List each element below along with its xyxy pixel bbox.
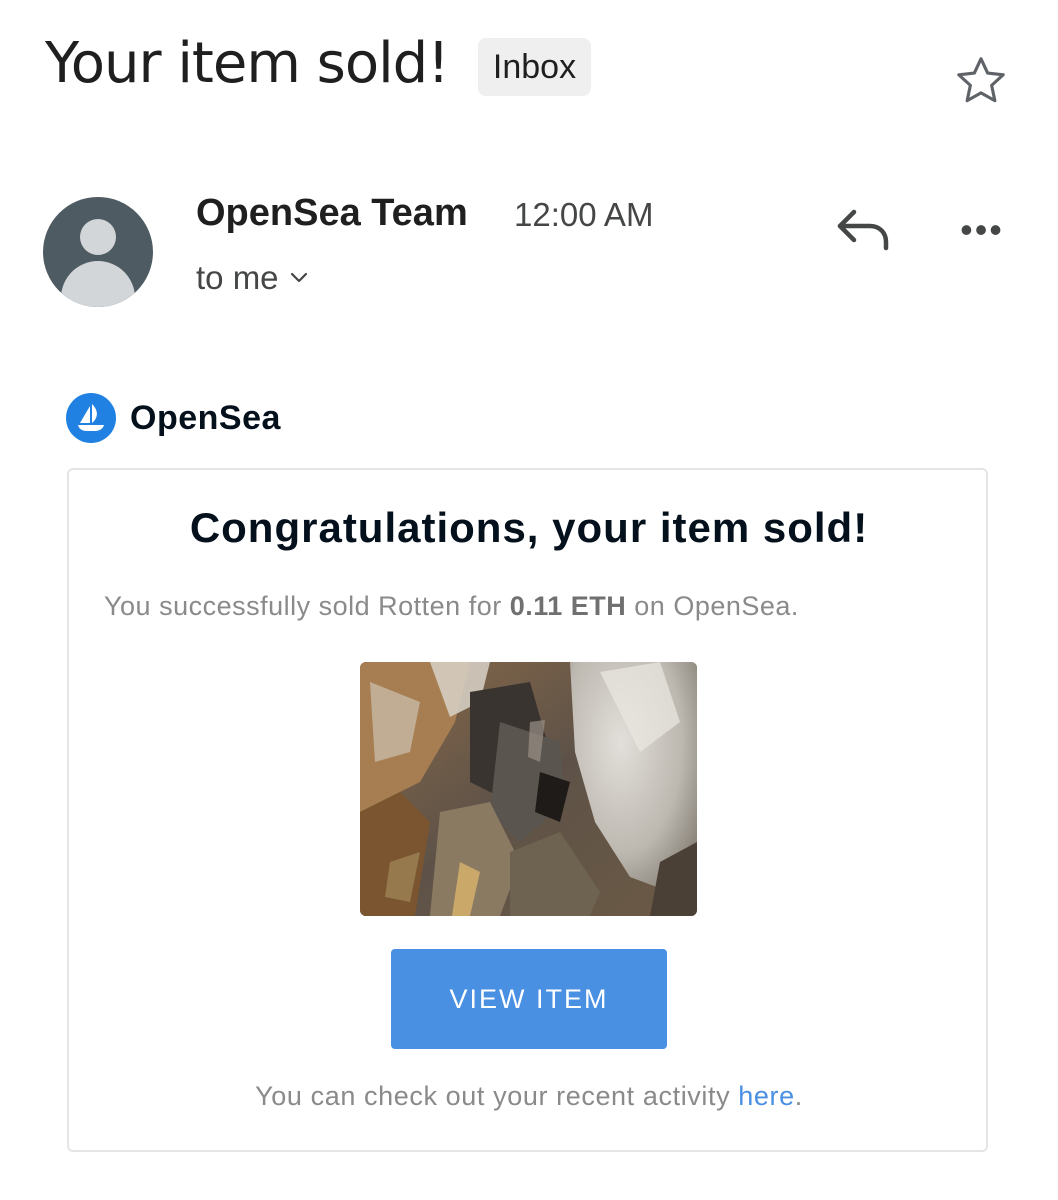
item-image[interactable] [360, 662, 697, 916]
opensea-boat-logo [66, 393, 116, 443]
email-view: Your item sold! Inbox OpenSea Team 12:00… [0, 0, 1058, 1200]
recipient-label: to me [196, 259, 279, 296]
brand-name: OpenSea [130, 398, 281, 437]
chevron-down-icon [290, 272, 307, 283]
recipient-details-toggle[interactable]: to me [196, 259, 309, 297]
sale-message: You successfully sold Rotten for 0.11 ET… [104, 591, 799, 621]
sent-time: 12:00 AM [514, 196, 654, 233]
more-horizontal-icon[interactable]: ••• [952, 209, 1012, 250]
opensea-brand[interactable]: OpenSea [66, 392, 281, 444]
star-icon[interactable] [952, 52, 1010, 110]
reply-icon[interactable] [834, 206, 892, 254]
recent-activity-link[interactable]: here [738, 1081, 794, 1111]
sale-price: 0.11 ETH [509, 591, 627, 621]
sender-name[interactable]: OpenSea Team [196, 192, 468, 235]
inbox-label-chip[interactable]: Inbox [478, 38, 591, 96]
person-icon [80, 219, 116, 255]
sender-avatar[interactable] [43, 197, 153, 307]
email-subject: Your item sold! [45, 31, 450, 96]
card-title: Congratulations, your item sold! [189, 504, 869, 551]
footer-text: You can check out your recent activity h… [255, 1081, 803, 1111]
view-item-button[interactable]: VIEW ITEM [391, 949, 667, 1049]
